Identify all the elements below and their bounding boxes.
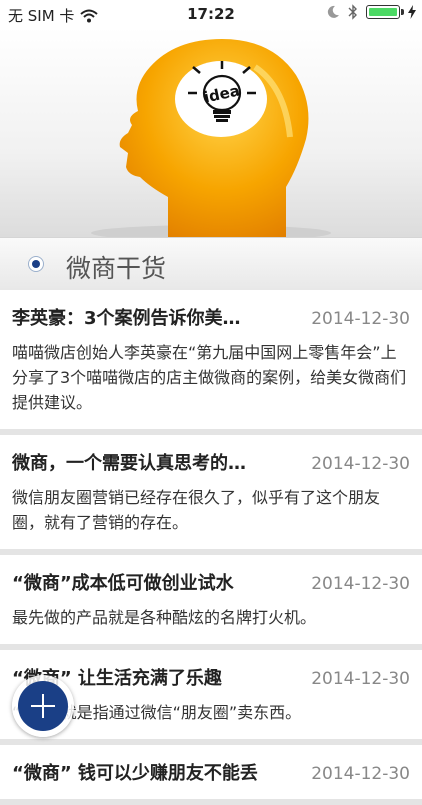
moon-icon <box>327 5 339 18</box>
article-date: 2014-12-30 <box>311 669 410 689</box>
article-title: 微商，一个需要认真思考的… <box>12 453 246 474</box>
article-summary: 喵喵微店创始人李英豪在“第九届中国网上零售年会”上分享了3个喵喵微店的店主做微商… <box>12 343 407 412</box>
section-title: 微商干货 <box>66 254 167 283</box>
article-date: 2014-12-30 <box>311 309 410 329</box>
article-item[interactable]: 微商，一个需要认真思考的… 2014-12-30 微信朋友圈营销已经存在很久了，… <box>0 435 422 555</box>
section-header: 微商干货 <box>0 237 422 291</box>
idea-head-illustration: idea <box>91 39 331 237</box>
article-item[interactable]: “微商” 钱可以少赚朋友不能丢 2014-12-30 <box>0 745 422 805</box>
bluetooth-icon <box>348 4 357 20</box>
add-button[interactable] <box>12 675 74 737</box>
article-title: “微商” 钱可以少赚朋友不能丢 <box>12 763 258 784</box>
radio-selected-icon[interactable] <box>28 256 44 272</box>
article-summary: 微信朋友圈营销已经存在很久了，似乎有了这个朋友圈，就有了营销的存在。 <box>12 488 381 532</box>
article-date: 2014-12-30 <box>311 764 410 784</box>
status-bar: 无 SIM 卡 17:22 <box>0 0 422 27</box>
article-date: 2014-12-30 <box>311 574 410 594</box>
article-title: “微商”成本低可做创业试水 <box>12 573 234 594</box>
plus-icon <box>18 681 68 731</box>
banner-image[interactable]: idea <box>0 27 422 237</box>
battery-icon <box>366 5 404 19</box>
radio-dot <box>31 259 40 268</box>
article-item[interactable]: 李英豪：3个案例告诉你美… 2014-12-30 喵喵微店创始人李英豪在“第九届… <box>0 290 422 435</box>
status-icons <box>326 4 416 20</box>
battery-fill <box>369 8 397 16</box>
article-date: 2014-12-30 <box>311 454 410 474</box>
article-summary: 最先做的产品就是各种酷炫的名牌打火机。 <box>12 608 317 627</box>
charging-bolt-icon <box>408 5 416 19</box>
article-item[interactable]: “微商”成本低可做创业试水 2014-12-30 最先做的产品就是各种酷炫的名牌… <box>0 555 422 650</box>
article-title: 李英豪：3个案例告诉你美… <box>12 308 241 329</box>
